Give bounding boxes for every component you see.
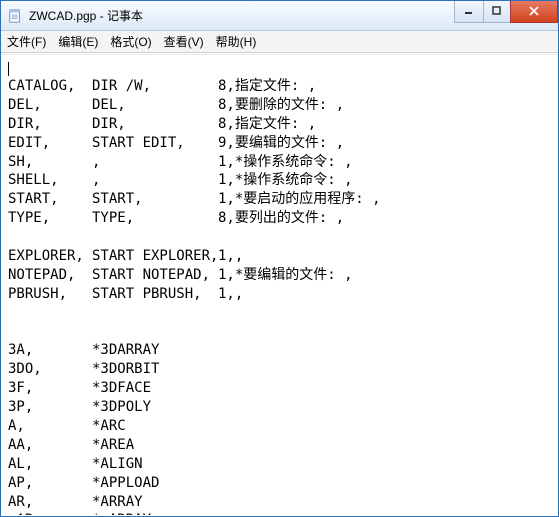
- menu-format[interactable]: 格式(O): [110, 33, 151, 50]
- notepad-window: ZWCAD.pgp - 记事本 文件(F) 编辑(E) 格式(O) 查看(V) …: [0, 0, 559, 517]
- menu-help[interactable]: 帮助(H): [216, 33, 257, 50]
- menu-edit[interactable]: 编辑(E): [58, 33, 98, 50]
- titlebar[interactable]: ZWCAD.pgp - 记事本: [1, 1, 558, 31]
- minimize-button[interactable]: [454, 1, 484, 23]
- menu-view[interactable]: 查看(V): [164, 33, 204, 50]
- text-area[interactable]: CATALOG,DIR /W,8,指定文件: , DEL,DEL,8,要删除的文…: [2, 54, 557, 515]
- menu-file[interactable]: 文件(F): [7, 33, 46, 50]
- menubar: 文件(F) 编辑(E) 格式(O) 查看(V) 帮助(H): [1, 31, 558, 53]
- file-content: CATALOG,DIR /W,8,指定文件: , DEL,DEL,8,要删除的文…: [8, 77, 551, 515]
- text-cursor: [8, 62, 9, 76]
- close-button[interactable]: [510, 1, 558, 23]
- maximize-button[interactable]: [483, 1, 511, 23]
- notepad-icon: [7, 8, 23, 24]
- window-controls: [455, 1, 558, 23]
- window-title: ZWCAD.pgp - 记事本: [29, 7, 455, 24]
